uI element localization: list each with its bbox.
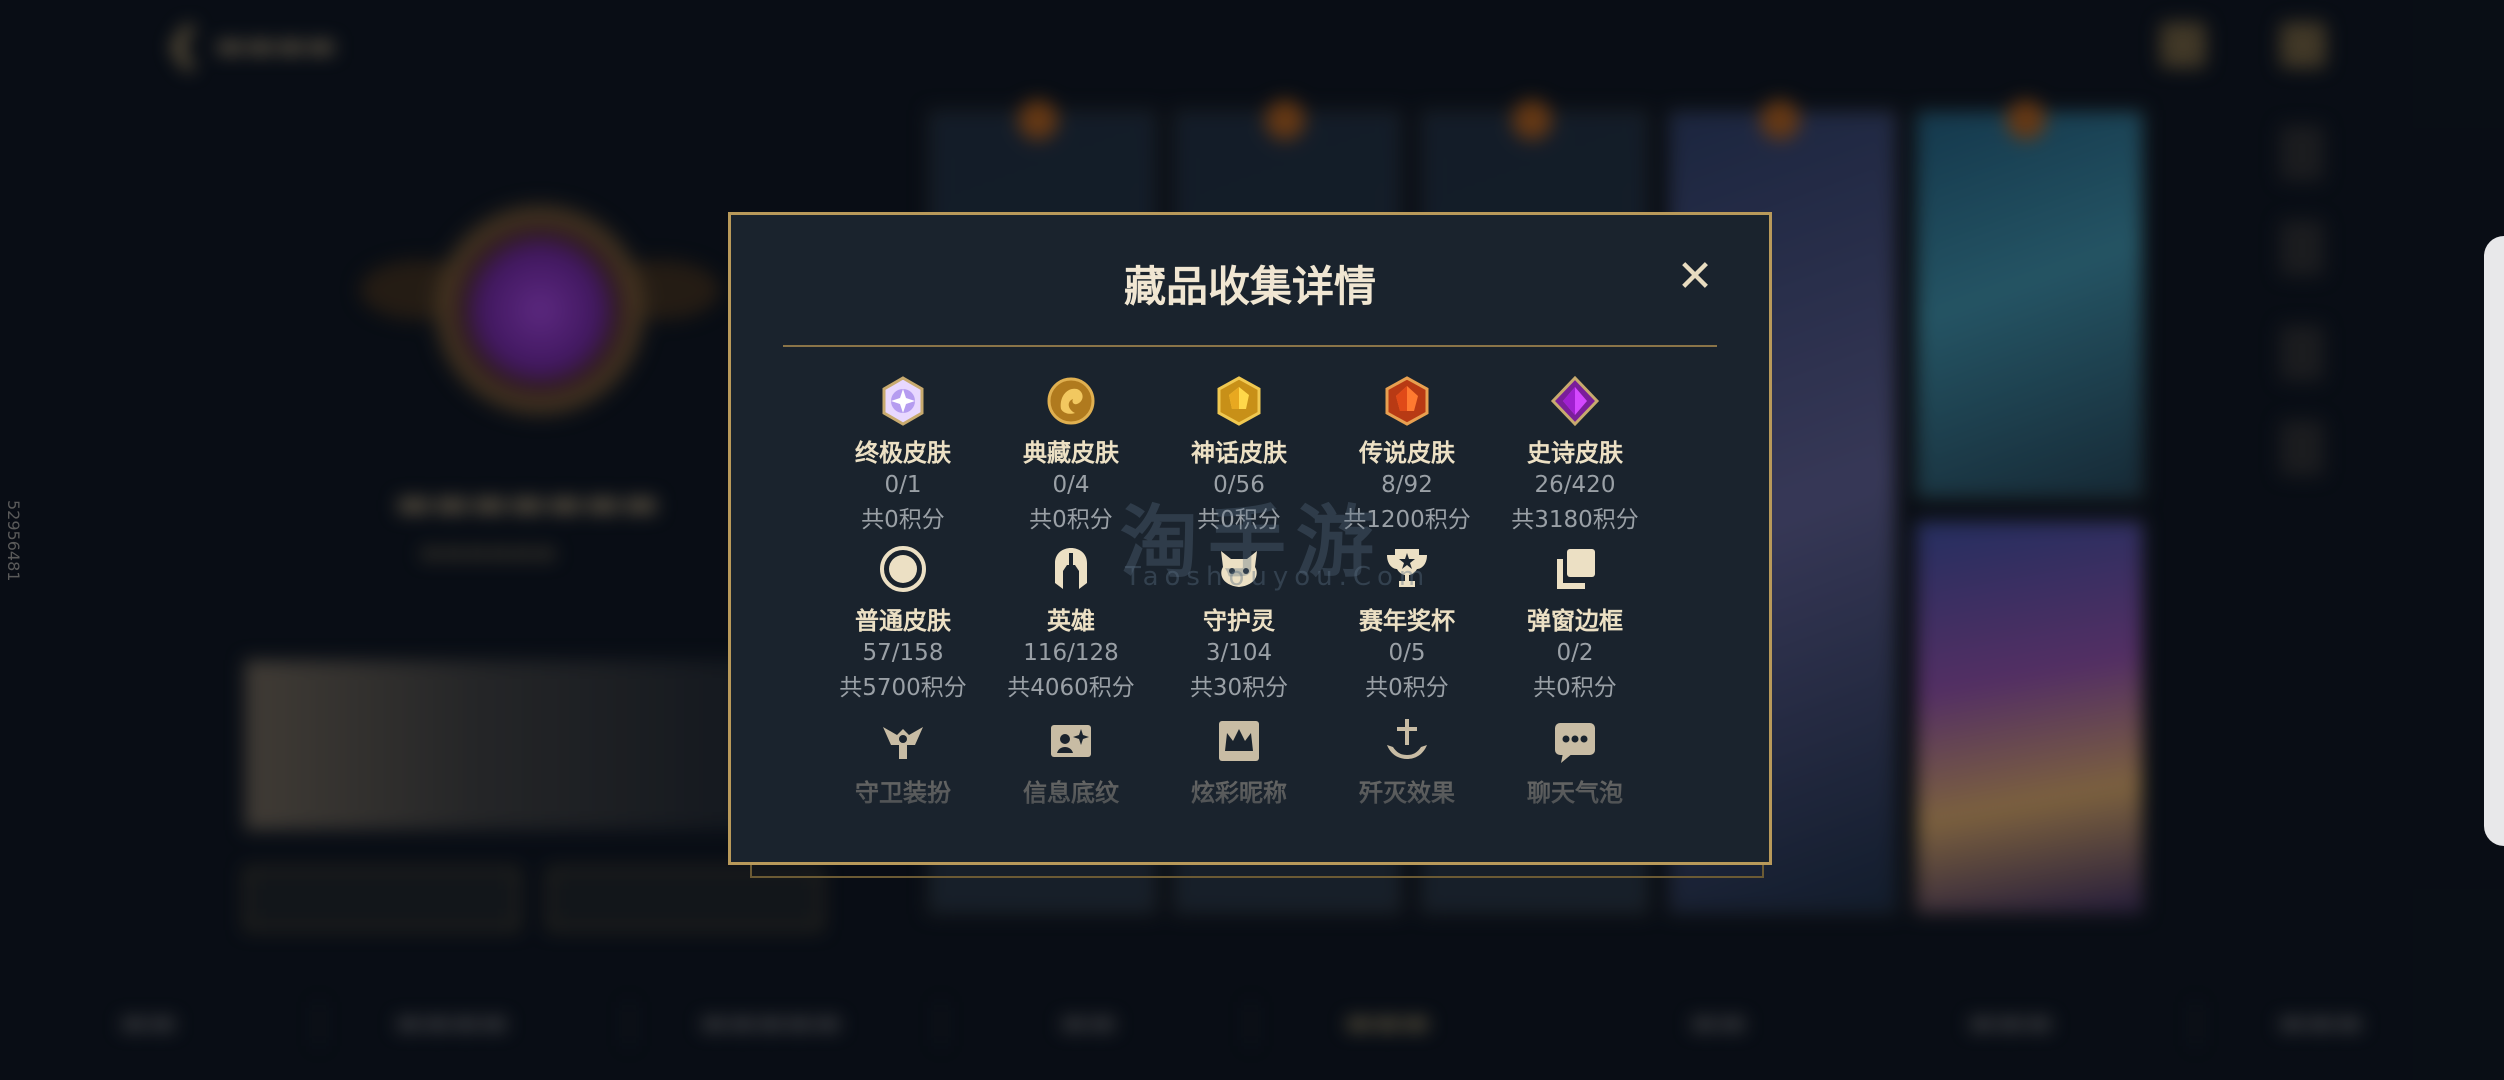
item-points: 共0积分 — [861, 507, 945, 533]
ward-skin-icon — [883, 727, 923, 759]
item-label: 史诗皮肤 — [1527, 439, 1623, 467]
prestige-skin-icon — [1047, 377, 1095, 425]
collection-item[interactable]: 守卫装扮 — [819, 715, 987, 808]
legendary-skin-icon — [1385, 376, 1429, 426]
item-label: 神话皮肤 — [1191, 439, 1287, 467]
colorful-name-icon — [1219, 721, 1259, 761]
item-label: 守护灵 — [1203, 607, 1275, 635]
item-label: 赛年奖杯 — [1359, 607, 1455, 635]
modal-title: 藏品收集详情 — [1123, 262, 1376, 311]
item-label: 炫彩昵称 — [1191, 779, 1287, 807]
item-points: 共30积分 — [1189, 675, 1289, 701]
item-label: 歼灭效果 — [1359, 779, 1455, 807]
collection-item[interactable]: 信息底纹 — [987, 715, 1155, 808]
item-points: 共4060积分 — [1007, 675, 1135, 701]
collection-item[interactable]: 炫彩昵称 — [1155, 715, 1323, 808]
item-label: 弹窗边框 — [1527, 607, 1623, 635]
item-count: 3/104 — [1205, 640, 1273, 666]
standard-skin-icon — [880, 546, 926, 592]
collection-item[interactable]: 聊天气泡 — [1491, 715, 1659, 808]
finisher-effect-icon — [1387, 719, 1427, 759]
item-count: 0/5 — [1388, 640, 1426, 666]
ultimate-skin-icon — [882, 376, 924, 426]
item-count: 0/2 — [1556, 640, 1594, 666]
side-id-text: 52956481 — [4, 500, 23, 582]
chat-bubble-icon — [1555, 723, 1595, 763]
profile-banner-icon — [1051, 725, 1091, 757]
item-label: 普通皮肤 — [855, 607, 951, 635]
item-label: 聊天气泡 — [1527, 779, 1623, 807]
collection-item[interactable]: 史诗皮肤 26/420 共3180积分 — [1491, 375, 1659, 534]
item-count: 57/158 — [862, 640, 944, 666]
collection-item[interactable]: 弹窗边框 0/2 共0积分 — [1491, 543, 1659, 702]
item-label: 信息底纹 — [1023, 779, 1119, 807]
title-divider — [783, 345, 1717, 347]
item-label: 典藏皮肤 — [1023, 439, 1119, 467]
item-count: 116/128 — [1023, 640, 1119, 666]
item-points: 共5700积分 — [839, 675, 967, 701]
item-label: 英雄 — [1047, 607, 1095, 635]
item-count: 26/420 — [1534, 472, 1616, 498]
champion-helmet-icon — [1055, 548, 1087, 589]
epic-skin-icon — [1550, 375, 1600, 427]
collection-item[interactable]: 歼灭效果 — [1323, 715, 1491, 808]
collection-item[interactable]: 终极皮肤 0/1 共0积分 — [819, 375, 987, 534]
collection-item[interactable]: 普通皮肤 57/158 共5700积分 — [819, 543, 987, 702]
popup-frame-icon — [1557, 549, 1595, 589]
item-label: 传说皮肤 — [1359, 439, 1455, 467]
item-points: 共0积分 — [1365, 675, 1449, 701]
item-points: 共0积分 — [1533, 675, 1617, 701]
mythic-skin-icon — [1217, 376, 1261, 426]
item-points: 共3180积分 — [1511, 507, 1639, 533]
item-label: 终极皮肤 — [855, 439, 951, 467]
watermark-sub: Taoshouyou.Com — [1125, 562, 1431, 592]
item-label: 守卫装扮 — [855, 779, 951, 807]
item-count: 0/1 — [884, 472, 922, 498]
edge-panel-handle[interactable] — [2484, 236, 2504, 846]
close-button[interactable]: ✕ — [1675, 255, 1715, 299]
